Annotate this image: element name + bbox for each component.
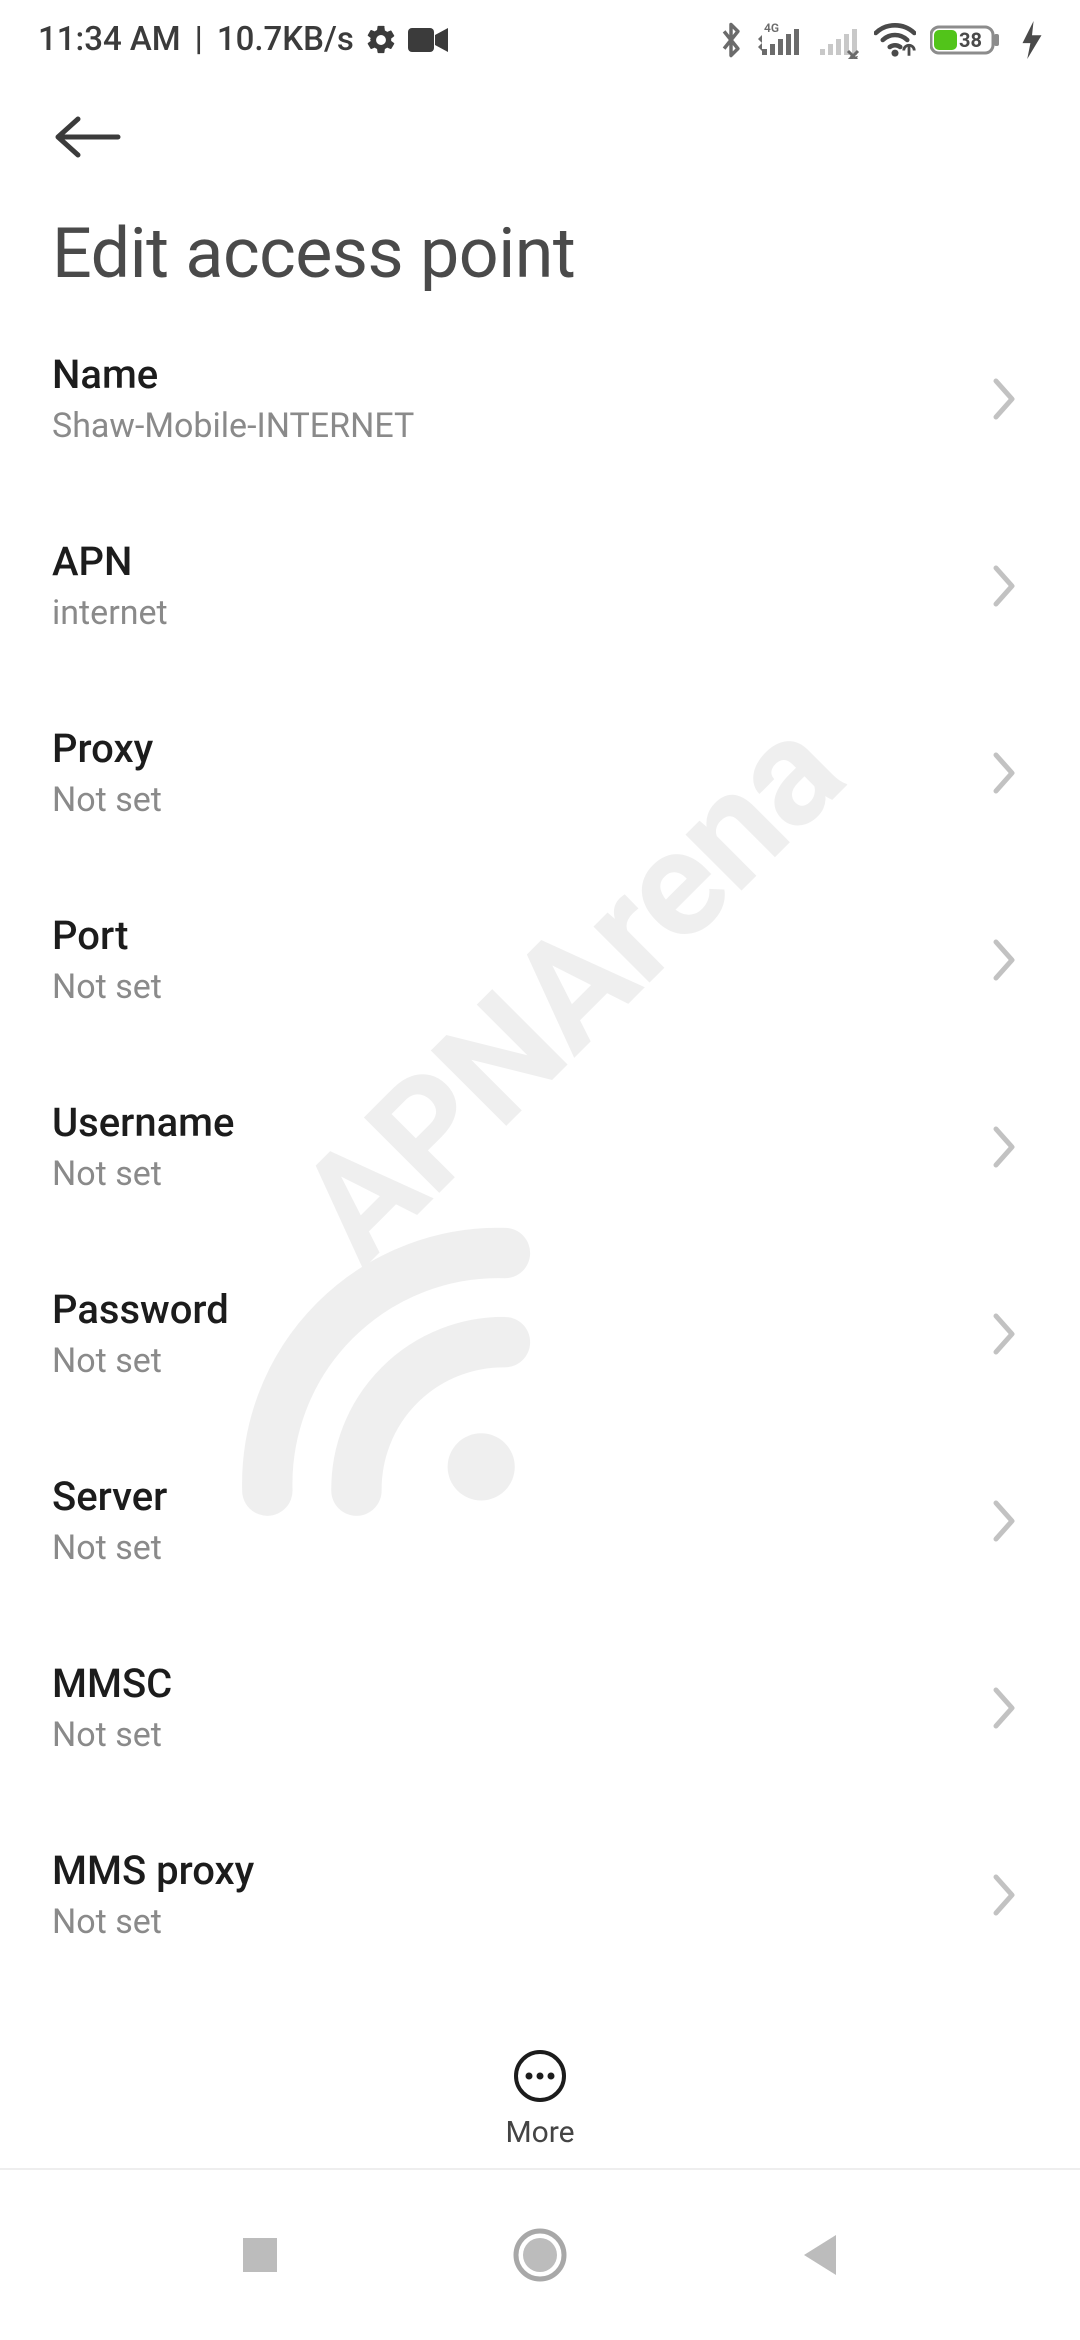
more-circle-icon [513, 2049, 567, 2103]
setting-value: internet [52, 593, 168, 633]
charging-bolt-icon [1022, 21, 1042, 59]
bottom-action-bar: More [0, 1970, 1080, 2170]
nav-recent-button[interactable] [225, 2220, 295, 2290]
setting-title: Username [52, 1099, 234, 1146]
setting-value: Not set [52, 1528, 167, 1568]
chevron-right-icon [990, 1125, 1018, 1169]
signal-4g-icon: 4G [758, 21, 802, 59]
status-left: 11:34 AM | 10.7KB/s [38, 20, 448, 59]
battery-icon: 38 [930, 21, 1008, 59]
chevron-right-icon [990, 938, 1018, 982]
status-divider: | [195, 20, 203, 59]
setting-title: Proxy [52, 725, 162, 772]
nav-home-button[interactable] [505, 2220, 575, 2290]
setting-row-name[interactable]: Name Shaw-Mobile-INTERNET [52, 305, 1028, 492]
setting-row-text: APN internet [52, 538, 168, 633]
setting-row-text: MMSC Not set [52, 1660, 172, 1755]
setting-value: Shaw-Mobile-INTERNET [52, 406, 414, 446]
page-title: Edit access point [52, 213, 1028, 295]
header: Edit access point [0, 69, 1080, 305]
setting-row-port[interactable]: Port Not set [52, 866, 1028, 1053]
status-bar: 11:34 AM | 10.7KB/s 4G ✕ [0, 0, 1080, 69]
setting-row-text: Proxy Not set [52, 725, 162, 820]
chevron-right-icon [990, 751, 1018, 795]
setting-title: APN [52, 538, 168, 585]
chevron-right-icon [990, 564, 1018, 608]
setting-row-apn[interactable]: APN internet [52, 492, 1028, 679]
setting-row-text: MMS proxy Not set [52, 1847, 254, 1942]
setting-row-mmsc[interactable]: MMSC Not set [52, 1614, 1028, 1801]
setting-row-text: Username Not set [52, 1099, 234, 1194]
circle-icon [512, 2227, 568, 2283]
settings-gear-icon [364, 23, 398, 57]
back-button[interactable] [52, 93, 1028, 213]
chevron-right-icon [990, 1873, 1018, 1917]
setting-row-password[interactable]: Password Not set [52, 1240, 1028, 1427]
setting-row-server[interactable]: Server Not set [52, 1427, 1028, 1614]
setting-title: MMSC [52, 1660, 172, 1707]
square-icon [241, 2236, 279, 2274]
setting-value: Not set [52, 1715, 172, 1755]
arrow-left-icon [52, 113, 124, 161]
nav-back-button[interactable] [785, 2220, 855, 2290]
status-time: 11:34 AM [38, 20, 181, 59]
setting-title: Port [52, 912, 162, 959]
settings-list: Name Shaw-Mobile-INTERNET APN internet Proxy… [0, 305, 1080, 1988]
setting-value: Not set [52, 967, 162, 1007]
setting-value: Not set [52, 1341, 229, 1381]
svg-text:✕: ✕ [848, 53, 860, 59]
setting-row-text: Password Not set [52, 1286, 229, 1381]
chevron-right-icon [990, 1686, 1018, 1730]
more-button[interactable]: More [505, 2049, 574, 2150]
setting-row-text: Name Shaw-Mobile-INTERNET [52, 351, 414, 446]
wifi-icon [874, 21, 916, 59]
triangle-left-icon [800, 2233, 840, 2277]
setting-value: Not set [52, 780, 162, 820]
setting-title: Server [52, 1473, 167, 1520]
chevron-right-icon [990, 1499, 1018, 1543]
chevron-right-icon [990, 377, 1018, 421]
setting-row-username[interactable]: Username Not set [52, 1053, 1028, 1240]
setting-row-mms-proxy[interactable]: MMS proxy Not set [52, 1801, 1028, 1988]
setting-value: Not set [52, 1902, 254, 1942]
video-camera-icon [408, 26, 448, 54]
setting-title: MMS proxy [52, 1847, 254, 1894]
setting-value: Not set [52, 1154, 234, 1194]
more-label: More [505, 2115, 574, 2150]
status-right: 4G ✕ [718, 21, 1042, 59]
bluetooth-icon [718, 21, 744, 59]
battery-level: 38 [959, 28, 982, 52]
setting-title: Name [52, 351, 414, 398]
signal-nosim-icon: ✕ [816, 21, 860, 59]
android-nav-bar [0, 2170, 1080, 2340]
status-net-speed: 10.7KB/s [217, 20, 354, 59]
setting-row-text: Server Not set [52, 1473, 167, 1568]
setting-title: Password [52, 1286, 229, 1333]
setting-row-text: Port Not set [52, 912, 162, 1007]
setting-row-proxy[interactable]: Proxy Not set [52, 679, 1028, 866]
svg-text:4G: 4G [764, 21, 779, 35]
chevron-right-icon [990, 1312, 1018, 1356]
